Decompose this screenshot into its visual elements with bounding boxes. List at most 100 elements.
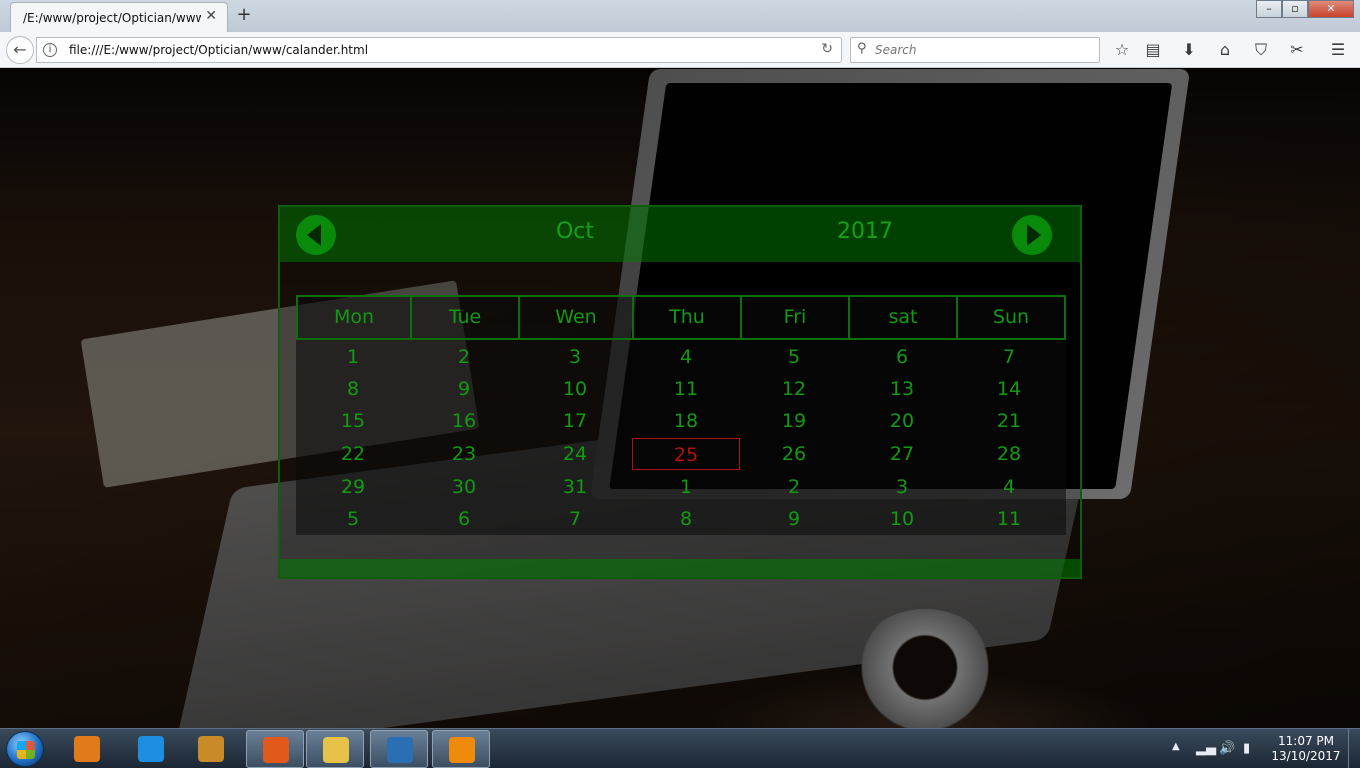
calendar-day[interactable]: 8	[632, 503, 740, 535]
weekday-header: Wen	[520, 297, 634, 338]
clock-date: 13/10/2017	[1271, 749, 1341, 763]
calendar-day[interactable]: 31	[518, 471, 632, 503]
weekday-header: Sun	[992, 306, 1030, 328]
calendar-day[interactable]: 20	[848, 405, 956, 437]
screenshot-icon[interactable]: ✂	[1286, 39, 1308, 61]
clock-time: 11:07 PM	[1278, 734, 1334, 748]
calendar-day[interactable]: 2	[410, 341, 518, 373]
calendar-day[interactable]: 3	[518, 341, 632, 373]
calendar-day[interactable]: 3	[848, 471, 956, 503]
show-hidden-icons-icon[interactable]: ▲	[1172, 741, 1180, 752]
calendar-day[interactable]: 1	[632, 471, 740, 503]
new-tab-button[interactable]: +	[234, 4, 254, 25]
calendar-day[interactable]: 13	[848, 373, 956, 405]
calendar-widget: Oct 2017 Mon Tue Wen Thu Fri sat Sun 123456789…	[278, 205, 1082, 579]
calendar-day[interactable]: 11	[956, 503, 1062, 535]
calendar-day[interactable]: 10	[848, 503, 956, 535]
start-button[interactable]	[6, 731, 44, 767]
menu-icon[interactable]: ☰	[1327, 39, 1349, 61]
calendar-day[interactable]: 14	[956, 373, 1062, 405]
calendar-day[interactable]: 9	[740, 503, 848, 535]
calendar-day[interactable]: 12	[740, 373, 848, 405]
search-box[interactable]: ⚲	[850, 37, 1100, 63]
close-window-button[interactable]: ✕	[1308, 0, 1354, 18]
volume-icon[interactable]: 🔊	[1219, 741, 1235, 756]
download-icon[interactable]: ⬇	[1178, 39, 1200, 61]
calendar-day[interactable]: 8	[296, 373, 410, 405]
calendar-day[interactable]: 22	[296, 438, 410, 470]
prev-month-button[interactable]	[296, 215, 336, 255]
calendar-day[interactable]: 7	[518, 503, 632, 535]
taskbar-windows-media-player-button[interactable]	[58, 730, 116, 768]
browser-tab-bar: /E:/www/project/Optician/www/ ✕ + – ▫ ✕	[0, 0, 1360, 32]
calendar-day[interactable]: 10	[518, 373, 632, 405]
calendar-day[interactable]: 2	[740, 471, 848, 503]
calendar-month: Oct	[555, 219, 595, 244]
reading-list-icon[interactable]: ▤	[1142, 39, 1164, 61]
page-content: Oct 2017 Mon Tue Wen Thu Fri sat Sun 123456789…	[0, 69, 1360, 728]
calendar-day[interactable]: 5	[740, 341, 848, 373]
taskbar-word-button[interactable]	[182, 730, 240, 768]
power-icon[interactable]: ▮	[1243, 741, 1250, 756]
taskbar-brackets-button[interactable]	[370, 730, 428, 768]
calendar-week-row: 22 23 24 25 26 27 28	[296, 438, 1066, 470]
calendar-day[interactable]: 17	[518, 405, 632, 437]
url-bar[interactable]: i file:///E:/www/project/Optician/www/ca…	[36, 37, 842, 63]
calendar-week-row: 5 6 7 8 9 10 11	[296, 503, 1066, 535]
weekday-header: Mon	[298, 297, 412, 338]
home-icon[interactable]: ⌂	[1214, 39, 1236, 61]
search-icon: ⚲	[857, 41, 867, 56]
show-desktop-button[interactable]	[1348, 729, 1360, 768]
calendar-day[interactable]: 26	[740, 438, 848, 470]
calendar-day[interactable]: 30	[410, 471, 518, 503]
next-month-button[interactable]	[1012, 215, 1052, 255]
minimize-button[interactable]: –	[1256, 0, 1282, 18]
calendar-day[interactable]: 23	[410, 438, 518, 470]
calendar-day[interactable]: 28	[956, 438, 1062, 470]
info-icon[interactable]: i	[43, 43, 57, 57]
back-button[interactable]: ←	[6, 36, 34, 64]
weekday-header: Fri	[742, 297, 850, 338]
calendar-day[interactable]: 19	[740, 405, 848, 437]
word-icon	[198, 736, 224, 762]
firefox-icon	[263, 737, 289, 763]
calendar-day[interactable]: 18	[632, 405, 740, 437]
windows-media-player-icon	[74, 736, 100, 762]
windows-logo-icon	[17, 741, 35, 759]
calendar-day[interactable]: 1	[296, 341, 410, 373]
network-icon[interactable]: ▂▄	[1196, 741, 1216, 756]
calendar-day[interactable]: 6	[410, 503, 518, 535]
calendar-grid: Mon Tue Wen Thu Fri sat Sun 1 2 3 4 5 6 7 8 9 10 11 12 13 1…	[296, 295, 1066, 535]
calendar-week-row: 29 30 31 1 2 3 4	[296, 471, 1066, 503]
pocket-icon[interactable]: ⛉	[1250, 39, 1272, 61]
calendar-day[interactable]: 21	[956, 405, 1062, 437]
taskbar-firefox-button[interactable]	[246, 730, 304, 768]
calendar-day[interactable]: 27	[848, 438, 956, 470]
maximize-button[interactable]: ▫	[1282, 0, 1308, 18]
taskbar-vlc-button[interactable]	[432, 730, 490, 768]
brackets-icon	[387, 737, 413, 763]
system-clock[interactable]: 11:07 PM 13/10/2017	[1268, 734, 1344, 764]
calendar-day[interactable]: 11	[632, 373, 740, 405]
taskbar-internet-explorer-button[interactable]	[122, 730, 180, 768]
calendar-day[interactable]: 7	[956, 341, 1062, 373]
calendar-day[interactable]: 24	[518, 438, 632, 470]
calendar-day[interactable]: 4	[956, 471, 1062, 503]
calendar-day[interactable]: 5	[296, 503, 410, 535]
calendar-day-current[interactable]: 25	[632, 438, 740, 470]
search-input[interactable]	[875, 41, 1095, 59]
taskbar-file-explorer-button[interactable]	[306, 730, 364, 768]
calendar-day[interactable]: 6	[848, 341, 956, 373]
calendar-day[interactable]: 9	[410, 373, 518, 405]
chevron-left-icon	[307, 224, 321, 246]
tab-close-icon[interactable]: ✕	[205, 8, 217, 24]
browser-tab[interactable]: /E:/www/project/Optician/www/ ✕	[10, 2, 228, 32]
calendar-day[interactable]: 15	[296, 405, 410, 437]
calendar-week-row: 15 16 17 18 19 20 21	[296, 405, 1066, 437]
bookmark-star-icon[interactable]: ☆	[1111, 39, 1133, 61]
calendar-week-row: 8 9 10 11 12 13 14	[296, 373, 1066, 405]
calendar-day[interactable]: 16	[410, 405, 518, 437]
calendar-day[interactable]: 29	[296, 471, 410, 503]
calendar-day[interactable]: 4	[632, 341, 740, 373]
reload-icon[interactable]: ↻	[821, 41, 833, 57]
